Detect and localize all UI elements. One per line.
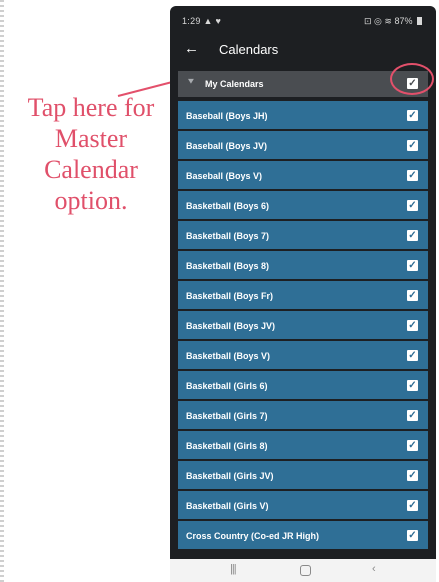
calendar-label: Basketball (Boys 6) [186,201,270,211]
calendar-row[interactable]: Basketball (Boys 7) ✓ [178,221,428,249]
calendar-checkbox[interactable]: ✓ [407,260,418,271]
system-nav-bar: ||| ‹ [170,559,436,582]
calendar-checkbox[interactable]: ✓ [407,440,418,451]
calendar-checkbox[interactable]: ✓ [407,290,418,301]
calendar-row[interactable]: Basketball (Boys JV) ✓ [178,311,428,339]
calendar-label: Basketball (Boys V) [186,351,271,361]
status-bar: 1:29 ▲ ♥ ⊡ ◎ ≋ 87% [170,6,436,32]
highlight-circle [390,63,434,95]
app-bar: ← Calendars [170,32,436,68]
calendar-checkbox[interactable]: ✓ [407,470,418,481]
calendar-checkbox[interactable]: ✓ [407,320,418,331]
calendar-label: Basketball (Girls 7) [186,411,268,421]
calendar-row[interactable]: Basketball (Girls JV) ✓ [178,461,428,489]
nav-back-icon[interactable]: ‹ [372,563,376,575]
calendar-checkbox[interactable]: ✓ [407,170,418,181]
calendar-row[interactable]: Basketball (Boys V) ✓ [178,341,428,369]
section-label: My Calendars [205,79,264,89]
calendar-row[interactable]: Basketball (Girls 8) ✓ [178,431,428,459]
calendar-row[interactable]: Cross Country (Co-ed JR High) ✓ [178,521,428,549]
back-arrow-icon[interactable]: ← [184,40,199,57]
calendar-row[interactable]: Basketball (Boys 6) ✓ [178,191,428,219]
calendar-row[interactable]: Basketball (Boys Fr) ✓ [178,281,428,309]
calendar-label: Baseball (Boys V) [186,171,263,181]
calendar-checkbox[interactable]: ✓ [407,530,418,541]
calendar-checkbox[interactable]: ✓ [407,140,418,151]
calendar-row[interactable]: Baseball (Boys JV) ✓ [178,131,428,159]
calendar-label: Basketball (Boys JV) [186,321,276,331]
calendar-checkbox[interactable]: ✓ [407,380,418,391]
calendar-checkbox[interactable]: ✓ [407,350,418,361]
calendar-label: Basketball (Boys Fr) [186,291,274,301]
battery-icon [417,17,422,25]
phone-screen: 1:29 ▲ ♥ ⊡ ◎ ≋ 87% ← Calendars ▼ My Cale… [170,6,436,582]
chevron-down-icon[interactable]: ▼ [186,77,196,86]
calendar-row[interactable]: Baseball (Boys JH) ✓ [178,101,428,129]
calendar-list: Baseball (Boys JH) ✓ Baseball (Boys JV) ✓ Ba… [178,101,428,551]
signal-icons: ⊡ ◎ ≋ [364,16,392,26]
battery-percent: 87% [394,16,413,26]
notification-icons: ▲ ♥ [203,16,222,26]
calendar-checkbox[interactable]: ✓ [407,410,418,421]
calendar-label: Baseball (Boys JV) [186,141,268,151]
calendar-label: Basketball (Girls 6) [186,381,268,391]
calendar-checkbox[interactable]: ✓ [407,110,418,121]
page-title: Calendars [219,42,279,57]
calendar-checkbox[interactable]: ✓ [407,500,418,511]
calendar-label: Basketball (Boys 7) [186,231,270,241]
calendar-label: Basketball (Girls JV) [186,471,274,481]
calendar-checkbox[interactable]: ✓ [407,200,418,211]
status-time-text: 1:29 [182,16,201,26]
calendar-row[interactable]: Basketball (Girls 6) ✓ [178,371,428,399]
calendar-label: Basketball (Girls 8) [186,441,268,451]
calendar-checkbox[interactable]: ✓ [407,230,418,241]
recent-apps-icon[interactable]: ||| [230,563,237,575]
calendar-label: Cross Country (Co-ed JR High) [186,531,320,541]
status-right: ⊡ ◎ ≋ 87% [364,16,422,27]
calendar-row[interactable]: Basketball (Girls V) ✓ [178,491,428,519]
calendar-label: Baseball (Boys JH) [186,111,268,121]
calendar-row[interactable]: Baseball (Boys V) ✓ [178,161,428,189]
status-time: 1:29 ▲ ♥ [182,16,221,26]
calendar-label: Basketball (Boys 8) [186,261,270,271]
calendar-row[interactable]: Basketball (Boys 8) ✓ [178,251,428,279]
calendar-label: Basketball (Girls V) [186,501,269,511]
calendar-row[interactable]: Basketball (Girls 7) ✓ [178,401,428,429]
home-icon[interactable] [300,565,311,576]
